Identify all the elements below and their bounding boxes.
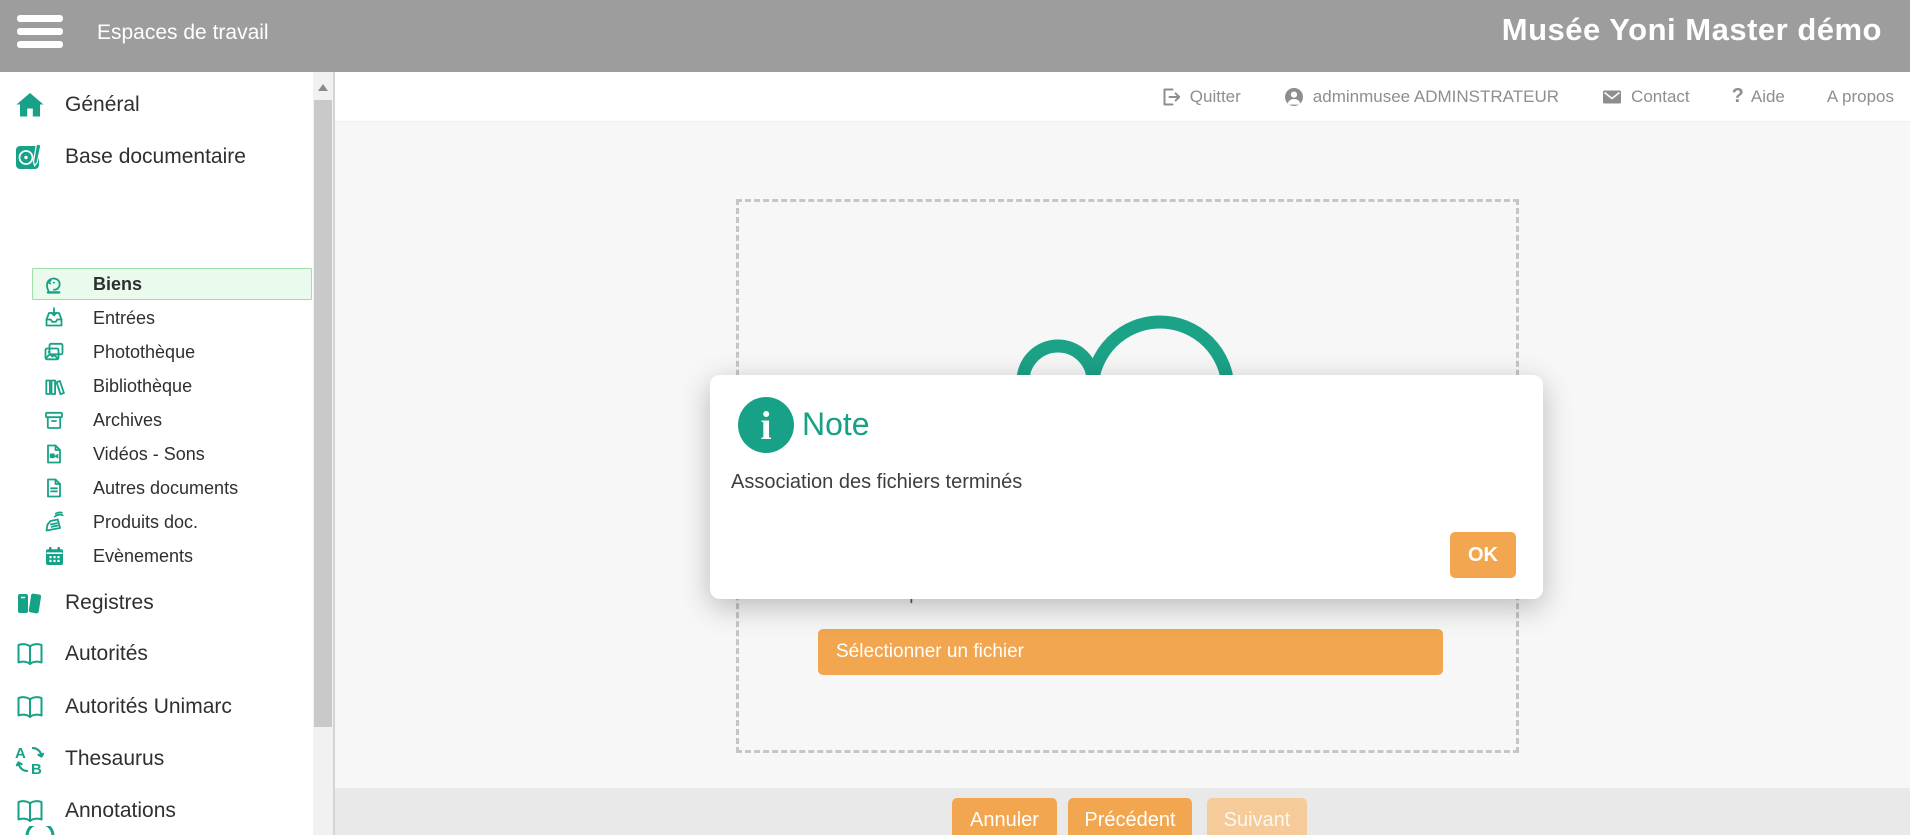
cancel-button[interactable]: Annuler xyxy=(952,798,1057,835)
sidebar-item-phototheque[interactable]: Photothèque xyxy=(42,335,195,369)
sidebar-item-videos-sons[interactable]: Vidéos - Sons xyxy=(42,437,205,471)
dialog-title: Note xyxy=(802,406,870,443)
svg-text:i: i xyxy=(760,403,771,448)
archive-box-icon xyxy=(42,408,66,432)
contact-label: Contact xyxy=(1631,87,1690,107)
sidebar-item-label: Général xyxy=(65,93,140,117)
documentary-base-icon xyxy=(14,141,46,173)
artifact-icon xyxy=(42,272,66,296)
quit-label: Quitter xyxy=(1190,87,1241,107)
open-book-icon xyxy=(14,795,46,827)
sidebar-item-label: Bibliothèque xyxy=(93,376,192,397)
sidebar-item-registres[interactable]: Registres xyxy=(14,583,154,623)
sidebar-item-label: Base documentaire xyxy=(65,145,246,169)
video-document-icon xyxy=(42,442,66,466)
svg-text:A: A xyxy=(15,745,26,762)
sidebar-item-biens[interactable]: Biens xyxy=(32,268,312,300)
sidebar-item-archives[interactable]: Archives xyxy=(42,403,162,437)
sidebar-item-label: Thesaurus xyxy=(65,747,164,771)
sidebar-item-produits-doc[interactable]: Produits doc. xyxy=(42,505,198,539)
sidebar-item-annotations[interactable]: Annotations xyxy=(14,791,176,831)
document-lines-icon xyxy=(42,476,66,500)
sidebar-item-label: Archives xyxy=(93,410,162,431)
library-books-icon xyxy=(42,374,66,398)
top-bar: Espaces de travail Musée Yoni Master dém… xyxy=(0,0,1910,72)
note-dialog: i Note Association des fichiers terminés… xyxy=(710,375,1543,599)
scrollbar-thumb[interactable] xyxy=(314,100,332,727)
open-book-icon xyxy=(14,691,46,723)
photo-stack-icon xyxy=(42,340,66,364)
logout-icon xyxy=(1160,86,1182,108)
envelope-icon xyxy=(1601,86,1623,108)
svg-text:B: B xyxy=(31,761,42,775)
sidebar-divider xyxy=(333,72,335,835)
user-account[interactable]: adminmusee ADMINSTRATEUR xyxy=(1283,86,1559,108)
scroll-up-icon[interactable] xyxy=(318,84,328,91)
question-icon: ? xyxy=(1732,85,1744,108)
ok-button[interactable]: OK xyxy=(1450,532,1516,578)
workspace-label: Espaces de travail xyxy=(97,21,269,45)
sidebar-item-label: Evènements xyxy=(93,546,193,567)
sidebar-item-autorites[interactable]: Autorités xyxy=(14,634,148,674)
sidebar-item-label: Annotations xyxy=(65,799,176,823)
contact-link[interactable]: Contact xyxy=(1601,86,1690,108)
about-link[interactable]: A propos xyxy=(1827,87,1894,107)
help-link[interactable]: ? Aide xyxy=(1732,85,1785,108)
sidebar-item-label: Biens xyxy=(93,274,142,295)
sidebar-item-label: Autorités Unimarc xyxy=(65,695,232,719)
sidebar-item-label: Autorités xyxy=(65,642,148,666)
sidebar-item-label: Entrées xyxy=(93,308,155,329)
dialog-message: Association des fichiers terminés xyxy=(731,471,1022,494)
sidebar-item-autorites-unimarc[interactable]: Autorités Unimarc xyxy=(14,687,232,727)
hamburger-menu-icon[interactable] xyxy=(17,15,63,49)
sidebar-item-label: Registres xyxy=(65,591,154,615)
inbox-in-icon xyxy=(42,306,66,330)
sidebar-item-general[interactable]: Général xyxy=(14,85,140,125)
sidebar-item-label: Photothèque xyxy=(93,342,195,363)
user-icon xyxy=(1283,86,1305,108)
produced-docs-icon xyxy=(42,510,66,534)
sidebar-item-label: Autres documents xyxy=(93,478,238,499)
sidebar-scrollbar[interactable] xyxy=(313,72,333,835)
sidebar-item-bibliotheque[interactable]: Bibliothèque xyxy=(42,369,192,403)
next-button-disabled[interactable]: Suivant xyxy=(1207,798,1307,835)
about-label: A propos xyxy=(1827,87,1894,107)
sidebar-item-autres-documents[interactable]: Autres documents xyxy=(42,471,238,505)
open-book-icon xyxy=(14,638,46,670)
account-bar: Quitter adminmusee ADMINSTRATEUR Contact… xyxy=(335,72,1910,122)
sidebar-item-base-documentaire[interactable]: Base documentaire xyxy=(14,137,246,177)
select-file-button[interactable]: Sélectionner un fichier xyxy=(818,629,1443,675)
sidebar-item-label: Produits doc. xyxy=(93,512,198,533)
sidebar-item-partial-icon xyxy=(22,826,58,835)
sidebar: Général Base documentaire xyxy=(0,72,313,835)
info-icon: i xyxy=(738,397,794,453)
help-label: Aide xyxy=(1751,87,1785,107)
sidebar-item-thesaurus[interactable]: A B Thesaurus xyxy=(14,739,164,779)
quit-link[interactable]: Quitter xyxy=(1160,86,1241,108)
home-icon xyxy=(14,89,46,121)
app-window: Espaces de travail Musée Yoni Master dém… xyxy=(0,0,1910,835)
registers-books-icon xyxy=(14,587,46,619)
sidebar-item-evenements[interactable]: Evènements xyxy=(42,539,193,573)
sidebar-item-entrees[interactable]: Entrées xyxy=(42,301,155,335)
sidebar-item-label: Vidéos - Sons xyxy=(93,444,205,465)
user-label: adminmusee ADMINSTRATEUR xyxy=(1313,87,1559,107)
previous-button[interactable]: Précédent xyxy=(1068,798,1192,835)
app-title: Musée Yoni Master démo xyxy=(1502,12,1882,48)
translate-ab-icon: A B xyxy=(14,743,46,775)
calendar-icon xyxy=(42,544,66,568)
